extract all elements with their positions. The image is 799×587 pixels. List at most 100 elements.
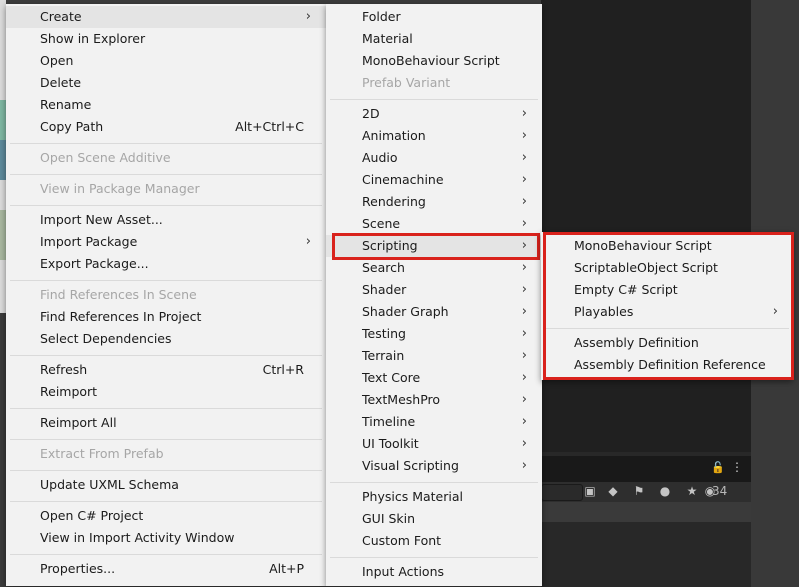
menu-item-label: Import New Asset... (40, 212, 163, 227)
menu-item-label: Find References In Scene (40, 287, 197, 302)
menu-item-testing[interactable]: Testing › (326, 323, 542, 345)
menu-item-visual-scripting[interactable]: Visual Scripting › (326, 455, 542, 477)
menu-item-label: Update UXML Schema (40, 477, 179, 492)
menu-separator (330, 557, 538, 558)
menu-item-view-import-activity[interactable]: View in Import Activity Window (6, 527, 326, 549)
menu-item-label: TextMeshPro (362, 392, 441, 407)
menu-separator (10, 355, 322, 356)
menu-item-delete[interactable]: Delete (6, 72, 326, 94)
menu-item-label: Audio (362, 150, 398, 165)
menu-item-label: Open C# Project (40, 508, 144, 523)
chevron-right-icon: › (521, 150, 527, 165)
menu-item-import-package[interactable]: Import Package › (6, 231, 326, 253)
menu-item-prefab-variant: Prefab Variant (326, 72, 542, 94)
menu-item-find-references-in-project[interactable]: Find References In Project (6, 306, 326, 328)
menu-item-copy-path[interactable]: Copy Path Alt+Ctrl+C (6, 116, 326, 138)
menu-item-gui-skin[interactable]: GUI Skin (326, 508, 542, 530)
menu-item-custom-font[interactable]: Custom Font (326, 530, 542, 552)
context-menu: Create › Show in Explorer Open Delete Ren… (6, 4, 326, 586)
menu-item-monobehaviour-script[interactable]: MonoBehaviour Script (326, 50, 542, 72)
menu-item-rename[interactable]: Rename (6, 94, 326, 116)
project-search-input[interactable] (541, 484, 583, 501)
menu-item-label: Export Package... (40, 256, 149, 271)
chevron-right-icon: › (305, 234, 311, 249)
menu-item-label: 2D (362, 106, 380, 121)
chevron-right-icon: › (305, 9, 311, 24)
menu-item-physics-material[interactable]: Physics Material (326, 486, 542, 508)
menu-item-reimport[interactable]: Reimport (6, 381, 326, 403)
chevron-right-icon: › (521, 260, 527, 275)
menu-item-label: Testing (362, 326, 406, 341)
menu-item-shader-graph[interactable]: Shader Graph › (326, 301, 542, 323)
menu-item-label: View in Import Activity Window (40, 530, 235, 545)
menu-item-open-csharp-project[interactable]: Open C# Project (6, 505, 326, 527)
menu-item-rendering[interactable]: Rendering › (326, 191, 542, 213)
menu-separator (10, 143, 322, 144)
menu-item-label: Terrain (362, 348, 405, 363)
menu-item-label: Animation (362, 128, 426, 143)
chevron-right-icon: › (521, 348, 527, 363)
menu-item-textmeshpro[interactable]: TextMeshPro › (326, 389, 542, 411)
menu-item-label: Physics Material (362, 489, 463, 504)
menu-item-export-package[interactable]: Export Package... (6, 253, 326, 275)
menu-item-audio[interactable]: Audio › (326, 147, 542, 169)
menu-item-animation[interactable]: Animation › (326, 125, 542, 147)
menu-item-update-uxml-schema[interactable]: Update UXML Schema (6, 474, 326, 496)
menu-item-label: Text Core (362, 370, 421, 385)
menu-item-label: GUI Skin (362, 511, 416, 526)
menu-item-ui-toolkit[interactable]: UI Toolkit › (326, 433, 542, 455)
menu-item-label: Cinemachine (362, 172, 444, 187)
menu-item-2d[interactable]: 2D › (326, 103, 542, 125)
menu-item-timeline[interactable]: Timeline › (326, 411, 542, 433)
type-filter-icon[interactable]: ◆ (604, 483, 622, 500)
menu-item-label: Scene (362, 216, 401, 231)
menu-item-label: Visual Scripting (362, 458, 459, 473)
menu-separator (10, 280, 322, 281)
error-filter-icon[interactable]: ● (656, 483, 674, 500)
menu-item-search[interactable]: Search › (326, 257, 542, 279)
lock-icon[interactable]: 🔓 (711, 461, 725, 474)
menu-item-reimport-all[interactable]: Reimport All (6, 412, 326, 434)
menu-item-open[interactable]: Open (6, 50, 326, 72)
shortcut-label: Alt+P (269, 561, 304, 576)
menu-item-text-core[interactable]: Text Core › (326, 367, 542, 389)
menu-item-import-new-asset[interactable]: Import New Asset... (6, 209, 326, 231)
menu-item-label: Search (362, 260, 405, 275)
menu-separator (10, 501, 322, 502)
chevron-right-icon: › (521, 282, 527, 297)
scene-search-icon[interactable]: ▣ (581, 483, 599, 500)
menu-item-input-actions[interactable]: Input Actions (326, 561, 542, 583)
menu-item-label: Create (40, 9, 82, 24)
scripting-highlight-box (332, 233, 540, 260)
menu-item-properties[interactable]: Properties... Alt+P (6, 558, 326, 580)
menu-item-label: Open (40, 53, 74, 68)
menu-item-cinemachine[interactable]: Cinemachine › (326, 169, 542, 191)
label-filter-icon[interactable]: ⚑ (630, 483, 648, 500)
menu-item-show-in-explorer[interactable]: Show in Explorer (6, 28, 326, 50)
chevron-right-icon: › (521, 128, 527, 143)
menu-item-label: Custom Font (362, 533, 442, 548)
menu-item-folder[interactable]: Folder (326, 6, 542, 28)
chevron-right-icon: › (521, 414, 527, 429)
kebab-menu-icon[interactable]: ⋮ (731, 460, 743, 474)
menu-item-extract-from-prefab: Extract From Prefab (6, 443, 326, 465)
chevron-right-icon: › (521, 370, 527, 385)
menu-item-label: Shader (362, 282, 407, 297)
menu-item-label: Reimport (40, 384, 98, 399)
chevron-right-icon: › (521, 106, 527, 121)
menu-item-scene[interactable]: Scene › (326, 213, 542, 235)
menu-separator (10, 408, 322, 409)
menu-item-label: Extract From Prefab (40, 446, 164, 461)
favorite-icon[interactable]: ★ (683, 483, 701, 500)
menu-item-refresh[interactable]: Refresh Ctrl+R (6, 359, 326, 381)
menu-separator (10, 554, 322, 555)
menu-item-select-dependencies[interactable]: Select Dependencies (6, 328, 326, 350)
menu-item-create[interactable]: Create › (6, 6, 326, 28)
menu-separator (10, 470, 322, 471)
chevron-right-icon: › (521, 458, 527, 473)
menu-item-label: Shader Graph (362, 304, 449, 319)
menu-item-terrain[interactable]: Terrain › (326, 345, 542, 367)
menu-item-shader[interactable]: Shader › (326, 279, 542, 301)
menu-separator (10, 205, 322, 206)
menu-item-material[interactable]: Material (326, 28, 542, 50)
